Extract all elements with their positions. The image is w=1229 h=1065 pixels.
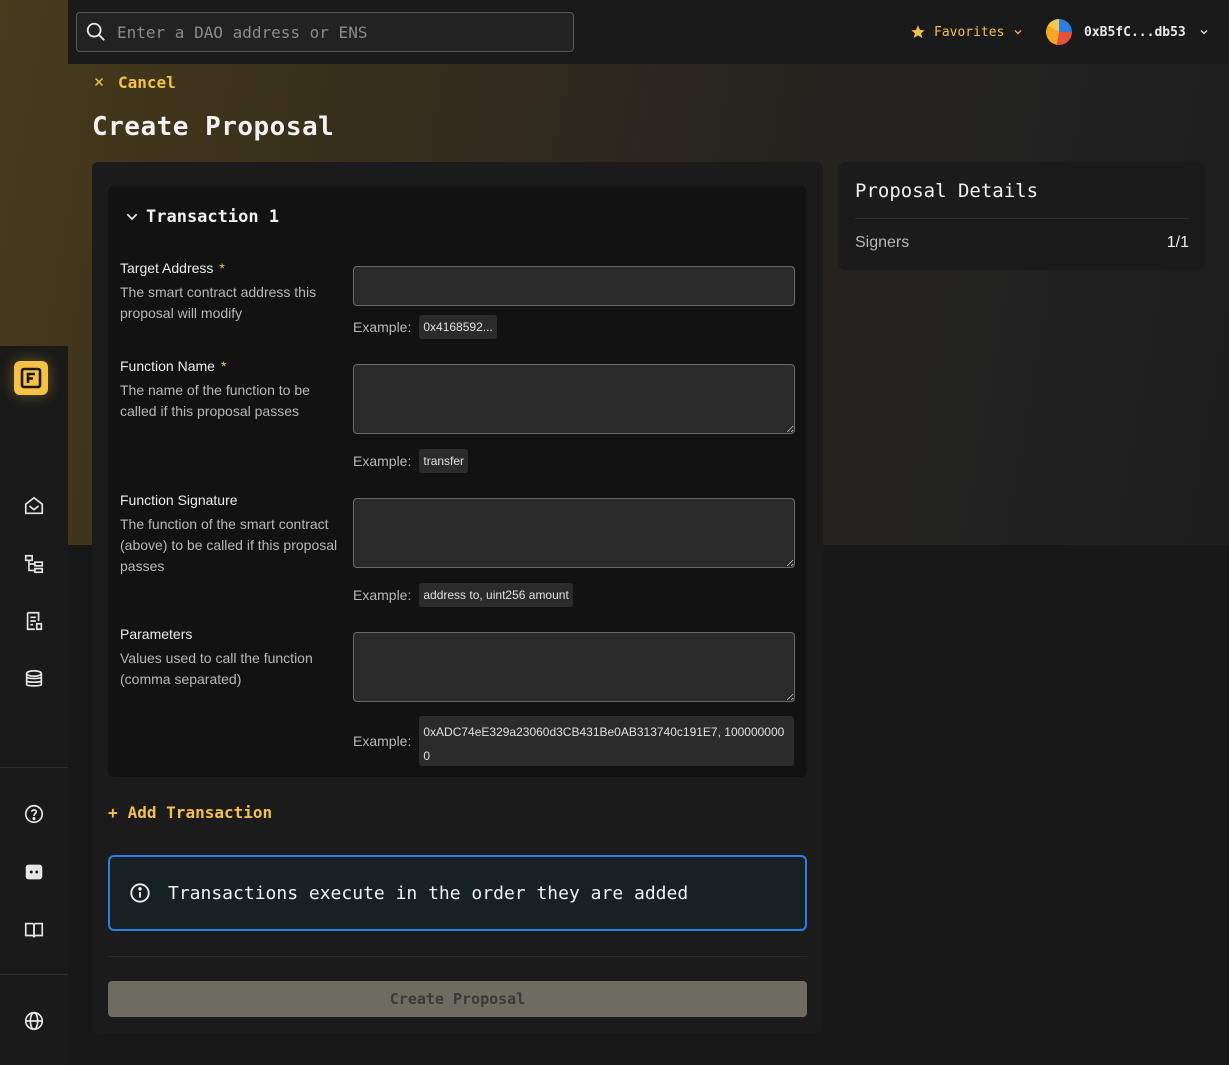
required-mark: * xyxy=(220,358,227,374)
search-input[interactable] xyxy=(117,22,557,42)
example-label: Example: xyxy=(353,319,412,335)
docs-icon[interactable] xyxy=(22,918,46,942)
function-name-example: Example: transfer xyxy=(353,448,469,474)
hierarchy-icon[interactable] xyxy=(22,552,46,576)
help-icon[interactable] xyxy=(22,802,46,826)
chevron-down-icon xyxy=(126,213,138,221)
parameters-input[interactable] xyxy=(353,632,795,702)
favorites-label: Favorites xyxy=(934,24,1005,40)
logo-f-icon xyxy=(20,367,42,389)
example-label: Example: xyxy=(353,733,412,749)
sidebar-divider xyxy=(0,974,68,975)
star-icon xyxy=(911,25,925,38)
example-value: address to, uint256 amount xyxy=(419,583,573,607)
example-value: 0x4168592... xyxy=(419,315,497,339)
home-icon[interactable] xyxy=(22,494,46,518)
signers-value: 1/1 xyxy=(1166,234,1189,251)
signers-label: Signers xyxy=(855,234,910,251)
example-label: Example: xyxy=(353,453,412,469)
function-name-input[interactable] xyxy=(353,364,795,434)
account-menu[interactable]: 0xB5fC...db53 xyxy=(1046,18,1210,46)
target-address-example: Example: 0x4168592... xyxy=(353,314,497,340)
chevron-down-icon xyxy=(1015,30,1022,35)
parameters-description: Values used to call the function (comma … xyxy=(120,650,313,687)
example-label: Example: xyxy=(353,587,412,603)
target-address-label: Target Address * xyxy=(120,260,225,276)
page-title: Create Proposal xyxy=(92,112,335,142)
language-icon[interactable] xyxy=(22,1009,46,1033)
favorites-dropdown[interactable]: Favorites xyxy=(910,20,1024,44)
add-transaction-label: Add Transaction xyxy=(127,802,273,822)
info-alert: Transactions execute in the order they a… xyxy=(108,855,807,931)
discord-icon[interactable] xyxy=(22,860,46,884)
sidebar-panel xyxy=(0,346,68,1065)
avatar xyxy=(1046,19,1072,45)
function-name-description: The name of the function to be called if… xyxy=(120,382,310,419)
treasury-icon[interactable] xyxy=(22,667,46,691)
required-mark: * xyxy=(219,260,225,276)
app-logo[interactable] xyxy=(14,361,48,395)
example-value: 0xADC74eE329a23060d3CB431Be0AB313740c191… xyxy=(419,716,795,766)
cancel-button[interactable]: Cancel xyxy=(92,72,176,92)
search-box[interactable] xyxy=(76,12,574,52)
top-bar: Favorites 0xB5fC...db53 xyxy=(68,0,1229,64)
chevron-down-icon xyxy=(1200,30,1208,35)
transaction-title: Transaction 1 xyxy=(146,207,280,227)
search-icon xyxy=(86,22,105,41)
close-icon xyxy=(94,77,104,87)
sidebar xyxy=(0,0,68,1065)
proposal-details-card: Proposal Details Signers 1/1 xyxy=(839,162,1205,270)
add-transaction-button[interactable]: + Add Transaction xyxy=(108,801,272,823)
plus-icon: + xyxy=(108,802,118,822)
parameters-example: Example: 0xADC74eE329a23060d3CB431Be0AB3… xyxy=(353,716,795,766)
function-signature-example: Example: address to, uint256 amount xyxy=(353,582,573,608)
info-icon xyxy=(130,883,150,903)
proposal-form: Transaction 1 Target Address * The smart … xyxy=(92,162,823,1033)
example-value: transfer xyxy=(419,449,469,473)
transaction-toggle[interactable]: Transaction 1 xyxy=(124,206,279,228)
function-signature-label: Function Signature xyxy=(120,492,238,508)
function-signature-input[interactable] xyxy=(353,498,795,568)
create-proposal-button[interactable]: Create Proposal xyxy=(108,981,807,1017)
function-name-label: Function Name * xyxy=(120,358,227,374)
target-address-input[interactable] xyxy=(353,266,795,306)
cancel-label: Cancel xyxy=(118,72,176,92)
target-address-description: The smart contract address this proposal… xyxy=(120,284,317,321)
details-title: Proposal Details xyxy=(855,180,1039,202)
transaction-card: Transaction 1 Target Address * The smart … xyxy=(108,186,807,777)
form-divider xyxy=(108,956,807,957)
info-message: Transactions execute in the order they a… xyxy=(168,882,689,904)
proposals-icon[interactable] xyxy=(22,609,46,633)
function-signature-description: The function of the smart contract (abov… xyxy=(120,516,338,574)
sidebar-divider xyxy=(0,767,68,768)
account-address: 0xB5fC...db53 xyxy=(1084,24,1186,40)
parameters-label: Parameters xyxy=(120,626,193,642)
details-divider xyxy=(855,218,1189,219)
